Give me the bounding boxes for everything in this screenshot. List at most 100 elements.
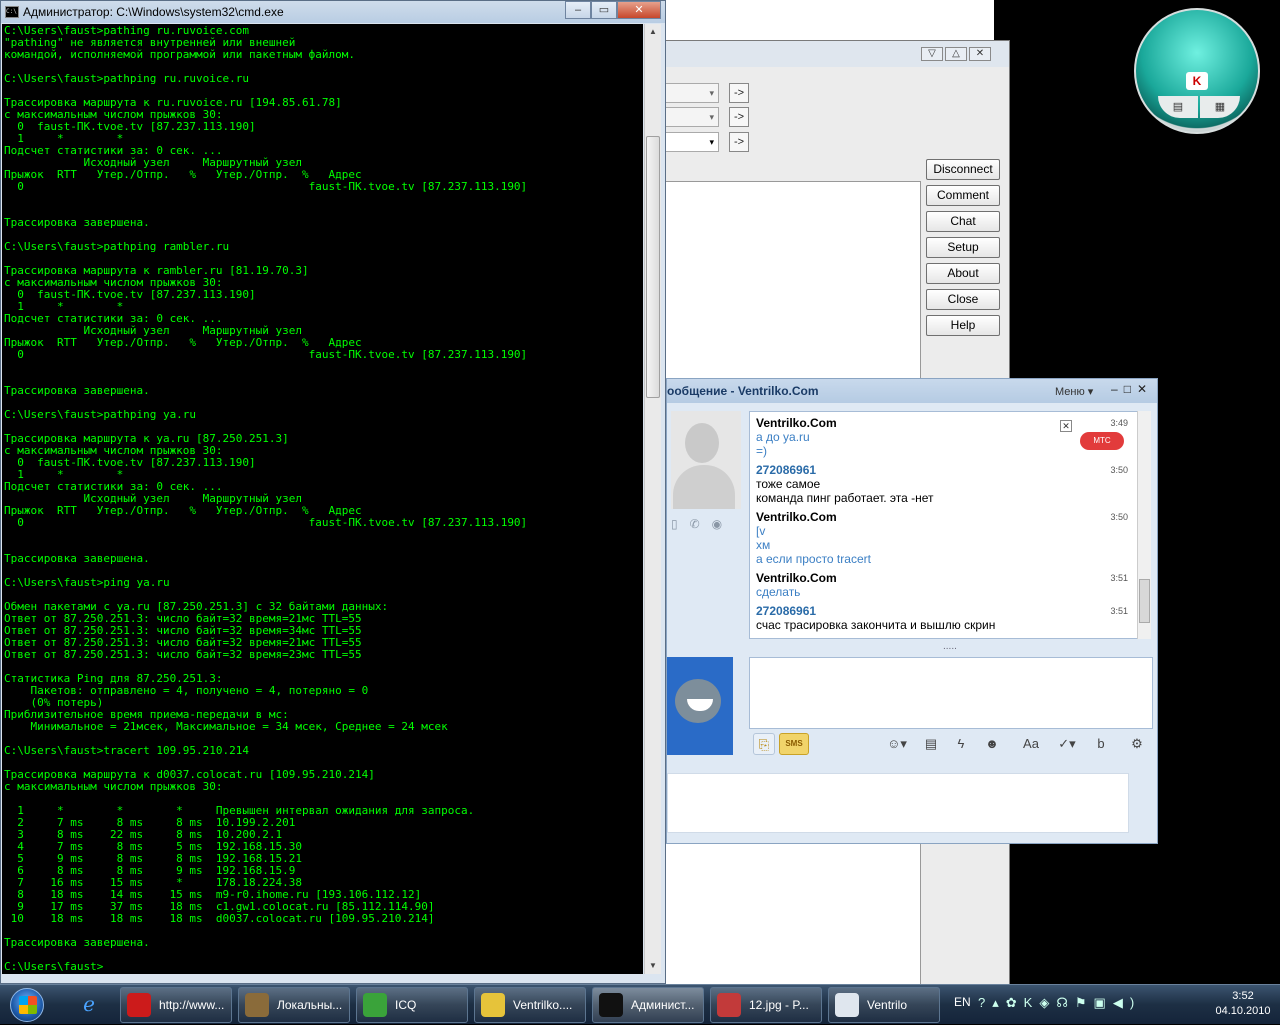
chat-message: Ventrilko.Com 3:49 а до ya.ru =) bbox=[756, 416, 1128, 458]
network-tray-icon[interactable]: ◈ bbox=[1039, 995, 1056, 1010]
maximize-icon[interactable]: □ bbox=[1124, 382, 1137, 396]
settings-icon[interactable]: ⚙ bbox=[1125, 733, 1149, 755]
headset-tray-icon[interactable]: ☊ bbox=[1056, 995, 1075, 1010]
maximize-icon[interactable]: △ bbox=[945, 47, 967, 61]
message-sender: Ventrilko.Com bbox=[756, 571, 837, 585]
about-button[interactable]: About bbox=[926, 263, 1000, 284]
console-line: C:\Users\faust>tracert 109.95.210.214 bbox=[4, 744, 250, 757]
wink-icon[interactable]: ☻ bbox=[979, 733, 1005, 755]
close-button[interactable]: Close bbox=[926, 289, 1000, 310]
webcam-icon[interactable]: ◉ bbox=[712, 517, 734, 531]
scroll-down-icon[interactable]: ▼ bbox=[645, 958, 661, 974]
message-text: сделать bbox=[756, 585, 801, 599]
console-line: Трассировка завершена. bbox=[4, 936, 150, 949]
cmd-scrollbar[interactable]: ▲ ▼ bbox=[644, 24, 661, 974]
help-button[interactable]: Help bbox=[926, 315, 1000, 336]
message-time: 3:49 bbox=[1110, 418, 1128, 428]
message-time: 3:50 bbox=[1110, 465, 1128, 475]
monitor-icon[interactable]: ▣ bbox=[1094, 995, 1113, 1010]
minimize-icon[interactable]: – bbox=[565, 1, 591, 19]
taskbar-button[interactable]: http://www... bbox=[120, 987, 232, 1023]
message-text: а если просто tracert bbox=[756, 552, 871, 566]
chat-toolbar: ⎘ SMS ☺▾ ▤ ϟ ☻ Aa ✓▾ b ⚙ bbox=[749, 731, 1153, 757]
sms-phone-icon[interactable]: ▯ bbox=[671, 517, 690, 531]
message-input[interactable] bbox=[749, 657, 1153, 729]
font-icon[interactable]: Aa bbox=[1021, 733, 1041, 755]
disconnect-button[interactable]: Disconnect bbox=[926, 159, 1000, 180]
taskbar-button[interactable]: 12.jpg - P... bbox=[710, 987, 822, 1023]
attach-file-icon[interactable]: ⎘ bbox=[753, 733, 775, 755]
taskbar-button[interactable]: Локальны... bbox=[238, 987, 350, 1023]
ventrilo-arrow-button-2[interactable]: -> bbox=[729, 107, 749, 127]
message-sender: 272086961 bbox=[756, 604, 817, 618]
kaspersky-logo-icon: K bbox=[1186, 72, 1208, 90]
message-text: а до ya.ru bbox=[756, 430, 810, 444]
contact-avatar bbox=[671, 411, 741, 509]
chat-message: Ventrilko.Com 3:50 [v хм а если просто trace… bbox=[756, 510, 1128, 566]
console-line: Ответ от 87.250.251.3: число байт=32 вре… bbox=[4, 648, 362, 661]
splitter-grip[interactable]: ..... bbox=[943, 641, 957, 652]
console-line: командой, исполняемой программой или пак… bbox=[4, 48, 355, 61]
message-time: 3:51 bbox=[1110, 573, 1128, 583]
phone-icon[interactable]: ✆ bbox=[690, 517, 712, 531]
message-history[interactable]: ✕ МТС Ventrilko.Com 3:49 а до ya.ru =) 27208… bbox=[749, 411, 1151, 639]
maximize-icon[interactable]: ▭ bbox=[591, 1, 617, 19]
icq-tray-icon[interactable]: ✿ bbox=[1006, 995, 1024, 1010]
taskbar-button[interactable]: Ventrilo bbox=[828, 987, 940, 1023]
taskbar-button[interactable]: ICQ bbox=[356, 987, 468, 1023]
taskbar-button[interactable]: Админист... bbox=[592, 987, 704, 1023]
kaspersky-tray-icon[interactable]: K bbox=[1024, 995, 1040, 1010]
help-icon[interactable]: ? bbox=[978, 995, 992, 1010]
close-icon[interactable]: ✕ bbox=[617, 1, 661, 19]
ventrilo-titlebar[interactable]: ▽ △ ✕ bbox=[641, 41, 1009, 67]
close-icon[interactable]: ✕ bbox=[1137, 382, 1153, 396]
history-icon[interactable]: ▤ bbox=[921, 733, 941, 755]
comment-button[interactable]: Comment bbox=[926, 185, 1000, 206]
minimize-icon[interactable]: – bbox=[1111, 382, 1124, 396]
icq-chat-window: ообщение - Ventrilko.Com Меню ▾ –□✕ ▯✆◉ … bbox=[666, 378, 1158, 844]
clock-time: 3:52 bbox=[1232, 990, 1254, 1002]
language-indicator[interactable]: EN bbox=[954, 995, 971, 1009]
smiley-icon[interactable]: ☺▾ bbox=[883, 733, 911, 755]
message-time: 3:51 bbox=[1110, 606, 1128, 616]
scroll-up-icon[interactable]: ▲ bbox=[645, 24, 661, 40]
kaspersky-gadget[interactable]: K ▤ ▦ bbox=[1134, 8, 1260, 134]
message-sender: 272086961 bbox=[756, 463, 817, 477]
own-avatar bbox=[667, 657, 733, 755]
taskbar-label: 12.jpg - P... bbox=[749, 998, 809, 1012]
start-button[interactable] bbox=[2, 986, 54, 1024]
taskbar-button[interactable]: Ventrilko.... bbox=[474, 987, 586, 1023]
minimize-icon[interactable]: ▽ bbox=[921, 47, 943, 61]
cmd-titlebar[interactable]: C:\ Администратор: C:\Windows\system32\c… bbox=[1, 1, 665, 23]
clock[interactable]: 3:52 04.10.2010 bbox=[1208, 989, 1278, 1019]
close-icon[interactable]: ✕ bbox=[969, 47, 991, 61]
kaspersky-keyboard-icon[interactable]: ▦ bbox=[1200, 96, 1240, 118]
message-scrollbar[interactable] bbox=[1137, 411, 1151, 639]
internet-explorer-icon[interactable]: ℯ bbox=[64, 989, 114, 1021]
sms-button[interactable]: SMS bbox=[779, 733, 809, 755]
console-line: C:\Users\faust>pathping ya.ru bbox=[4, 408, 197, 421]
console-line: C:\Users\faust> bbox=[4, 960, 104, 973]
volume-icon[interactable]: ◀) bbox=[1113, 995, 1141, 1010]
chat-button[interactable]: Chat bbox=[926, 211, 1000, 232]
chat-message: 272086961 3:51 счас трасировка закончита и… bbox=[756, 604, 1128, 632]
ventrilo-arrow-button-1[interactable]: -> bbox=[729, 83, 749, 103]
taskbar: ℯ http://www... Локальны... ICQ Ventrilko..… bbox=[0, 984, 1280, 1024]
flag-icon[interactable]: ⚑ bbox=[1075, 995, 1094, 1010]
message-text: счас трасировка закончита и вышлю скрин bbox=[756, 618, 996, 632]
icq-menu-button[interactable]: Меню ▾ bbox=[1055, 385, 1093, 398]
ventrilo-arrow-button-3[interactable]: -> bbox=[729, 132, 749, 152]
tray-arrow-icon[interactable]: ▴ bbox=[992, 995, 1006, 1010]
scroll-thumb[interactable] bbox=[646, 136, 660, 398]
cmd-icon bbox=[599, 993, 623, 1017]
setup-button[interactable]: Setup bbox=[926, 237, 1000, 258]
bold-icon[interactable]: b bbox=[1091, 733, 1111, 755]
kaspersky-report-icon[interactable]: ▤ bbox=[1158, 96, 1198, 118]
icq-titlebar[interactable]: ообщение - Ventrilko.Com Меню ▾ –□✕ bbox=[667, 379, 1157, 403]
icq-title: ообщение - Ventrilko.Com bbox=[667, 384, 819, 398]
console-line: C:\Users\faust>ping ya.ru bbox=[4, 576, 170, 589]
console-output[interactable]: C:\Users\faust>pathing ru.ruvoice.com "pa… bbox=[2, 24, 643, 974]
taskbar-label: Админист... bbox=[631, 998, 695, 1012]
spellcheck-icon[interactable]: ✓▾ bbox=[1053, 733, 1081, 755]
lightning-icon[interactable]: ϟ bbox=[951, 733, 971, 755]
